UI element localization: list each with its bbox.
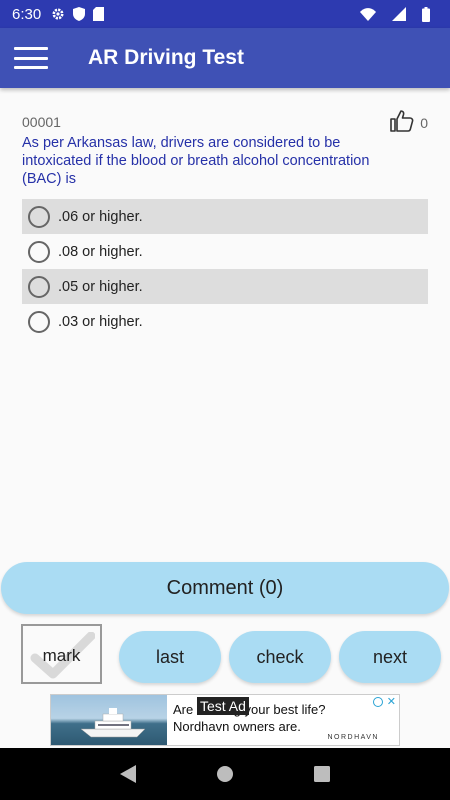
thumbs-up-icon[interactable] [390, 110, 414, 135]
answer-option[interactable]: .03 or higher. [22, 304, 428, 339]
next-button[interactable]: next [339, 631, 441, 683]
question-card: 00001 0 As per Arkansas law, drivers are… [0, 88, 450, 560]
radio-button[interactable] [28, 275, 50, 298]
answer-option-label: .03 or higher. [58, 313, 143, 330]
sim-card-icon [93, 7, 105, 21]
comment-button[interactable]: Comment (0) [1, 562, 449, 614]
ad-brand: NORDHAVN [327, 734, 379, 741]
ad-close-icon[interactable]: ✕ [387, 695, 396, 708]
signal-icon [392, 7, 406, 21]
gear-icon [51, 7, 65, 21]
mark-label: mark [42, 646, 81, 665]
status-bar: 6:30 [0, 0, 450, 28]
question-text: As per Arkansas law, drivers are conside… [22, 135, 370, 187]
last-button[interactable]: last [119, 631, 221, 683]
ad-banner[interactable]: Are ... living your best life? Nordhavn … [50, 694, 400, 746]
answer-option-label: .05 or higher. [58, 278, 143, 295]
question-number: 00001 [22, 114, 61, 130]
radio-button[interactable] [28, 205, 50, 228]
answer-option[interactable]: .06 or higher. [22, 199, 428, 234]
like-count: 0 [420, 114, 428, 131]
app-root: 6:30 AR Driving Test 00001 0 As per Arka… [0, 0, 450, 800]
radio-button[interactable] [28, 240, 50, 263]
wifi-icon [360, 7, 376, 21]
answer-option-label: .08 or higher. [58, 243, 143, 260]
recents-square-icon[interactable] [302, 754, 342, 794]
ad-text-line2: Nordhavn owners are. [173, 719, 301, 734]
shield-icon [73, 7, 86, 21]
ad-info-icon[interactable] [373, 697, 383, 707]
like-counter[interactable]: 0 [390, 110, 428, 135]
back-triangle-icon[interactable] [108, 754, 148, 794]
app-bar: AR Driving Test [0, 28, 450, 88]
app-title: AR Driving Test [88, 46, 244, 69]
battery-icon [422, 6, 430, 22]
answer-options: .06 or higher. .08 or higher. .05 or hig… [22, 199, 428, 339]
ad-yacht-image [51, 695, 167, 745]
answer-option[interactable]: .08 or higher. [22, 234, 428, 269]
answer-option[interactable]: .05 or higher. [22, 269, 428, 304]
status-right-icons [360, 6, 438, 22]
check-button[interactable]: check [229, 631, 331, 683]
system-nav-bar [0, 748, 450, 800]
radio-button[interactable] [28, 310, 50, 333]
status-time: 6:30 [12, 5, 42, 23]
home-circle-icon[interactable] [205, 754, 245, 794]
hamburger-menu-icon[interactable] [14, 47, 48, 69]
test-ad-badge: Test Ad [197, 697, 249, 715]
answer-option-label: .06 or higher. [58, 208, 143, 225]
mark-checkbox[interactable]: mark [21, 624, 102, 684]
